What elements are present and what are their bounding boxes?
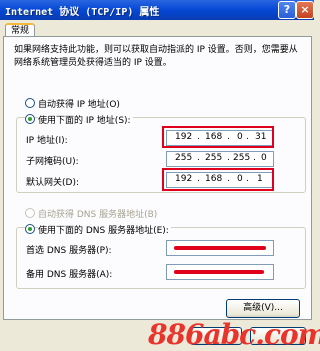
manual-ip-label[interactable]: 使用下面的 IP 地址(S): xyxy=(38,113,133,126)
ip-address-label: IP 地址(I): xyxy=(26,136,68,146)
manual-dns-radio[interactable] xyxy=(25,224,35,234)
auto-dns-radio[interactable] xyxy=(25,208,35,218)
general-tab-panel: 如果网络支持此功能，则可以获取自动指派的 IP 设置。否则，您需要从网络系统管理… xyxy=(3,36,312,320)
mask-octet-1: 255 xyxy=(175,153,193,163)
redaction-scribble xyxy=(174,246,266,250)
redaction-scribble xyxy=(174,270,264,274)
manual-dns-label[interactable]: 使用下面的 DNS 服务器地址(E): xyxy=(38,223,171,236)
tab-general-label: 常规 xyxy=(10,26,29,36)
gateway-highlight-box xyxy=(162,168,274,191)
manual-ip-radio[interactable] xyxy=(25,114,35,124)
help-icon: ? xyxy=(283,3,291,16)
tcpip-properties-dialog: Internet 协议 (TCP/IP) 属性 ? × 常规 如果网络支持此功能… xyxy=(0,0,320,351)
ip-highlight-box xyxy=(162,126,274,148)
alternate-dns-label: 备用 DNS 服务器(A): xyxy=(26,270,113,280)
help-button[interactable]: ? xyxy=(278,1,296,19)
window-title: Internet 协议 (TCP/IP) 属性 xyxy=(5,7,160,18)
description-text: 如果网络支持此功能，则可以获取自动指派的 IP 设置。否则，您需要从网络系统管理… xyxy=(14,45,298,68)
subnet-mask-field[interactable]: 255 . 255 . 255 . 0 xyxy=(166,151,274,167)
advanced-button-label: 高级(V)... xyxy=(243,303,283,313)
close-icon: × xyxy=(300,3,310,16)
preferred-dns-label: 首选 DNS 服务器(P): xyxy=(26,246,112,256)
mask-octet-4: 0 xyxy=(261,153,267,163)
advanced-button[interactable]: 高级(V)... xyxy=(226,299,300,318)
auto-ip-label[interactable]: 自动获得 IP 地址(O) xyxy=(38,97,120,110)
auto-ip-radio[interactable] xyxy=(25,98,35,108)
gateway-label: 默认网关(D): xyxy=(26,178,79,188)
close-button[interactable]: × xyxy=(296,1,314,19)
title-bar[interactable]: Internet 协议 (TCP/IP) 属性 ? × xyxy=(0,0,314,20)
subnet-mask-label: 子网掩码(U): xyxy=(26,157,79,167)
mask-octet-2: 255 xyxy=(205,153,223,163)
mask-octet-3: 255 xyxy=(233,153,251,163)
auto-dns-label[interactable]: 自动获得 DNS 服务器地址(B) xyxy=(38,207,157,220)
site-watermark: 886abc.com xyxy=(148,318,320,351)
